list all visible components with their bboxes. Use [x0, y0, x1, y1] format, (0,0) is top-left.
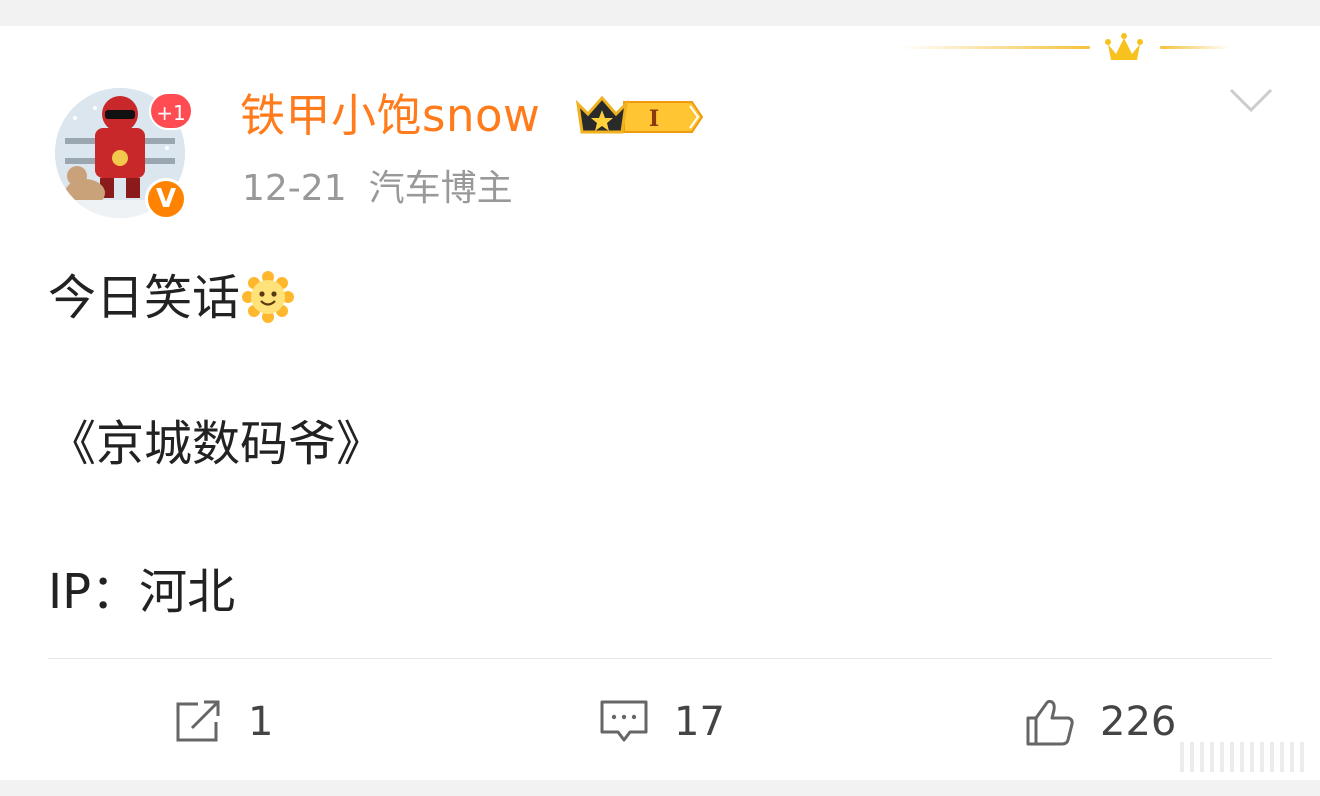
post-text: 今日笑话	[48, 270, 241, 326]
like-icon	[1026, 699, 1074, 746]
author-avatar-group[interactable]: +1 V	[55, 88, 193, 223]
comment-icon	[600, 700, 648, 742]
share-button[interactable]: 1	[172, 694, 273, 750]
notification-badge: +1	[149, 92, 193, 130]
post-date: 12-21	[242, 168, 347, 209]
vip-crown-badge-icon[interactable]: I	[574, 94, 704, 140]
smile-emoji-icon	[242, 271, 295, 323]
scroll-fade	[1180, 742, 1310, 772]
comment-button[interactable]: 17	[598, 694, 725, 750]
like-button[interactable]: 226	[1024, 694, 1176, 750]
like-count: 226	[1100, 699, 1177, 745]
vip-level-label: I	[649, 106, 659, 132]
post-text: 《京城数码爷》	[48, 416, 385, 472]
post-meta: 12-21 汽车博主	[242, 164, 513, 214]
author-name[interactable]: 铁甲小饱snow	[240, 86, 540, 146]
chevron-down-icon[interactable]	[1228, 86, 1274, 116]
decoration-line	[1160, 46, 1230, 49]
divider	[48, 658, 1272, 659]
comment-count: 17	[674, 699, 725, 745]
post-text: IP：河北	[48, 564, 236, 620]
decoration-line	[900, 46, 1090, 49]
share-count: 1	[248, 699, 274, 745]
share-icon	[176, 700, 220, 742]
post-text-line: 今日笑话	[48, 268, 295, 328]
verified-v-icon: V	[145, 178, 187, 220]
author-role: 汽车博主	[368, 168, 513, 209]
crown-decoration-icon	[1105, 33, 1143, 60]
